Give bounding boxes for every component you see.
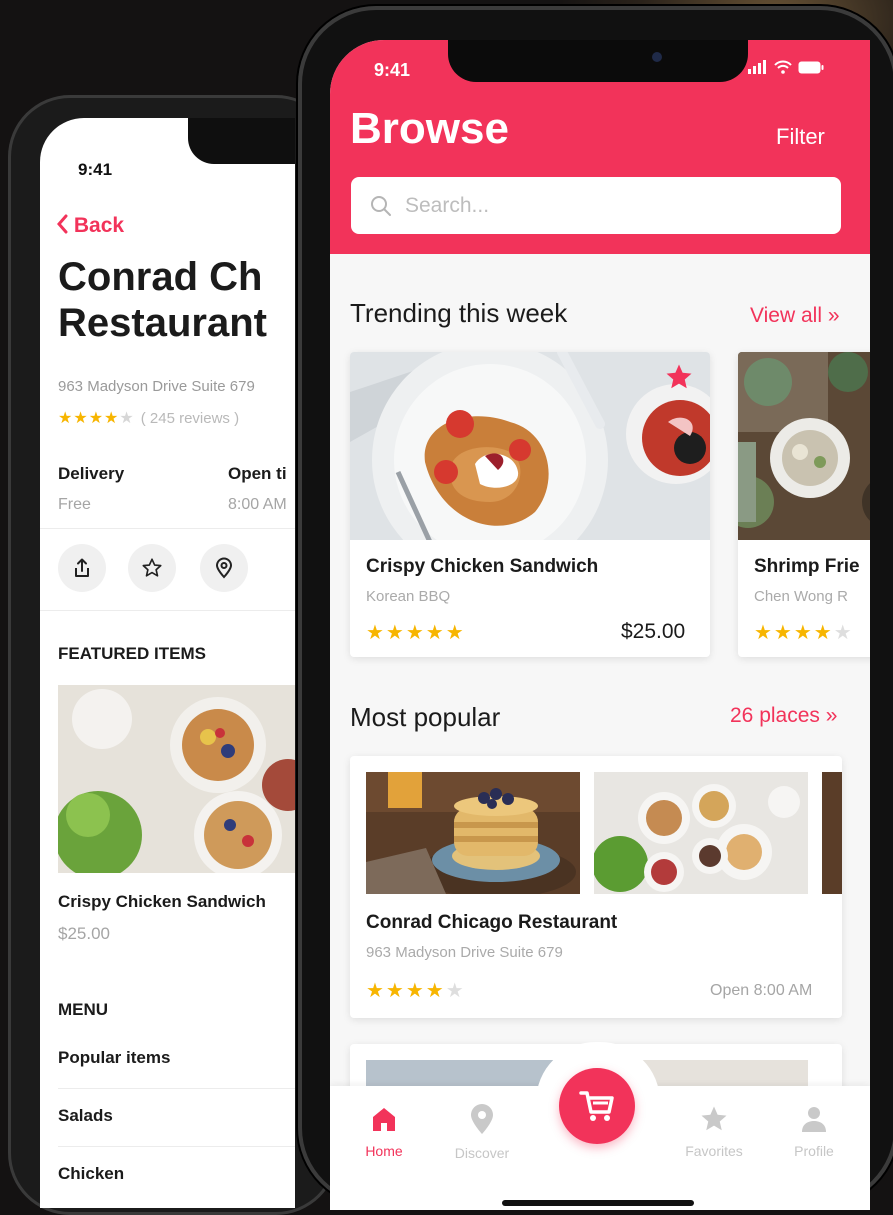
card-image — [738, 352, 870, 540]
featured-heading: FEATURED ITEMS — [58, 644, 206, 663]
tab-label: Discover — [454, 1145, 510, 1161]
home-indicator — [502, 1200, 694, 1206]
back-button[interactable]: Back — [56, 214, 124, 238]
cart-icon — [579, 1091, 614, 1121]
card-image — [822, 772, 842, 894]
notch — [448, 40, 748, 82]
browse-screen: 9:41 Browse Filter Search... Trending th… — [330, 40, 870, 1210]
tab-profile[interactable]: Profile — [774, 1104, 854, 1159]
open-time-value: 8:00 AM — [228, 496, 287, 513]
chevron-left-icon — [56, 214, 74, 237]
card-title: Shrimp Frie — [754, 556, 860, 577]
trending-card[interactable]: Crispy Chicken Sandwich Korean BBQ ★★★★★… — [350, 352, 710, 657]
featured-item-image[interactable] — [58, 685, 295, 873]
favorite-button[interactable] — [128, 544, 176, 592]
rating-stars: ★★★★★ ( 245 reviews ) — [58, 408, 239, 428]
search-icon — [371, 195, 391, 216]
status-icons — [748, 60, 824, 74]
notch — [188, 118, 295, 164]
card-image — [594, 772, 808, 894]
wifi-icon — [774, 60, 792, 74]
page-title: Browse — [350, 104, 509, 153]
card-image — [350, 352, 710, 540]
back-label: Back — [73, 214, 125, 237]
review-count: ( 245 reviews ) — [140, 410, 240, 427]
home-icon — [373, 1108, 395, 1131]
tab-label: Profile — [794, 1143, 834, 1159]
location-pin-icon — [215, 557, 233, 579]
restaurant-address: 963 Madyson Drive Suite 679 — [58, 378, 255, 395]
tab-discover[interactable]: Discover — [442, 1104, 522, 1161]
favorite-badge-star-icon — [666, 364, 692, 389]
card-subtitle: Chen Wong R — [754, 588, 848, 605]
title-line-2: Restaurant — [58, 301, 267, 345]
card-price: $25.00 — [621, 620, 686, 643]
search-placeholder: Search... — [405, 193, 490, 217]
title-line-1: Conrad Ch — [58, 255, 263, 299]
tab-label: Favorites — [685, 1143, 743, 1159]
delivery-label: Delivery — [58, 464, 125, 483]
battery-icon — [798, 61, 824, 73]
trending-heading: Trending this week — [350, 298, 568, 328]
divider — [40, 610, 295, 611]
popular-heading: Most popular — [350, 702, 501, 732]
card-open-time: Open 8:00 AM — [710, 982, 813, 999]
divider — [58, 1146, 295, 1147]
menu-item-salads[interactable]: Salads — [58, 1106, 113, 1126]
popular-card[interactable]: Conrad Chicago Restaurant 963 Madyson Dr… — [350, 756, 842, 1018]
search-input[interactable]: Search... — [351, 177, 841, 234]
cart-button[interactable] — [559, 1068, 635, 1144]
trending-card[interactable]: Shrimp Frie Chen Wong R ★★★★★ — [738, 352, 870, 657]
filter-button[interactable]: Filter — [776, 124, 825, 150]
divider — [40, 528, 295, 529]
menu-item-chicken[interactable]: Chicken — [58, 1164, 124, 1184]
card-title: Conrad Chicago Restaurant — [366, 912, 618, 933]
card-rating: ★★★★★ — [754, 622, 854, 644]
location-pin-icon — [471, 1104, 493, 1134]
card-subtitle: Korean BBQ — [366, 588, 451, 605]
featured-item-price: $25.00 — [58, 924, 110, 943]
featured-item-name[interactable]: Crispy Chicken Sandwich — [58, 892, 266, 912]
share-icon — [75, 558, 89, 577]
delivery-value: Free — [58, 496, 91, 513]
restaurant-detail-screen: 9:41 Back Conrad Ch Restaurant 963 Madys… — [40, 118, 295, 1208]
tab-label: Home — [365, 1143, 403, 1159]
card-address: 963 Madyson Drive Suite 679 — [366, 944, 563, 961]
camera-dot — [652, 52, 662, 62]
card-image — [366, 772, 580, 894]
profile-icon — [802, 1107, 826, 1132]
signal-icon — [748, 60, 766, 74]
divider — [58, 1088, 295, 1089]
star-empty-icon: ★ — [119, 410, 135, 427]
share-button[interactable] — [58, 544, 106, 592]
menu-heading: MENU — [58, 1000, 109, 1019]
tab-home[interactable]: Home — [344, 1104, 424, 1159]
tab-favorites[interactable]: Favorites — [674, 1104, 754, 1159]
places-link[interactable]: 26 places » — [730, 704, 837, 728]
view-all-link[interactable]: View all » — [750, 304, 840, 328]
star-icon: ★★★★ — [58, 410, 120, 427]
location-button[interactable] — [200, 544, 248, 592]
star-icon — [701, 1106, 727, 1131]
star-icon — [142, 558, 162, 577]
status-time: 9:41 — [374, 60, 411, 80]
status-time: 9:41 — [78, 160, 113, 179]
card-rating: ★★★★★ — [366, 980, 466, 1002]
card-title: Crispy Chicken Sandwich — [366, 556, 599, 577]
menu-item-popular[interactable]: Popular items — [58, 1048, 170, 1068]
open-time-label: Open ti — [228, 464, 287, 483]
card-rating: ★★★★★ — [366, 622, 466, 644]
restaurant-title: Conrad Ch Restaurant — [58, 254, 267, 346]
